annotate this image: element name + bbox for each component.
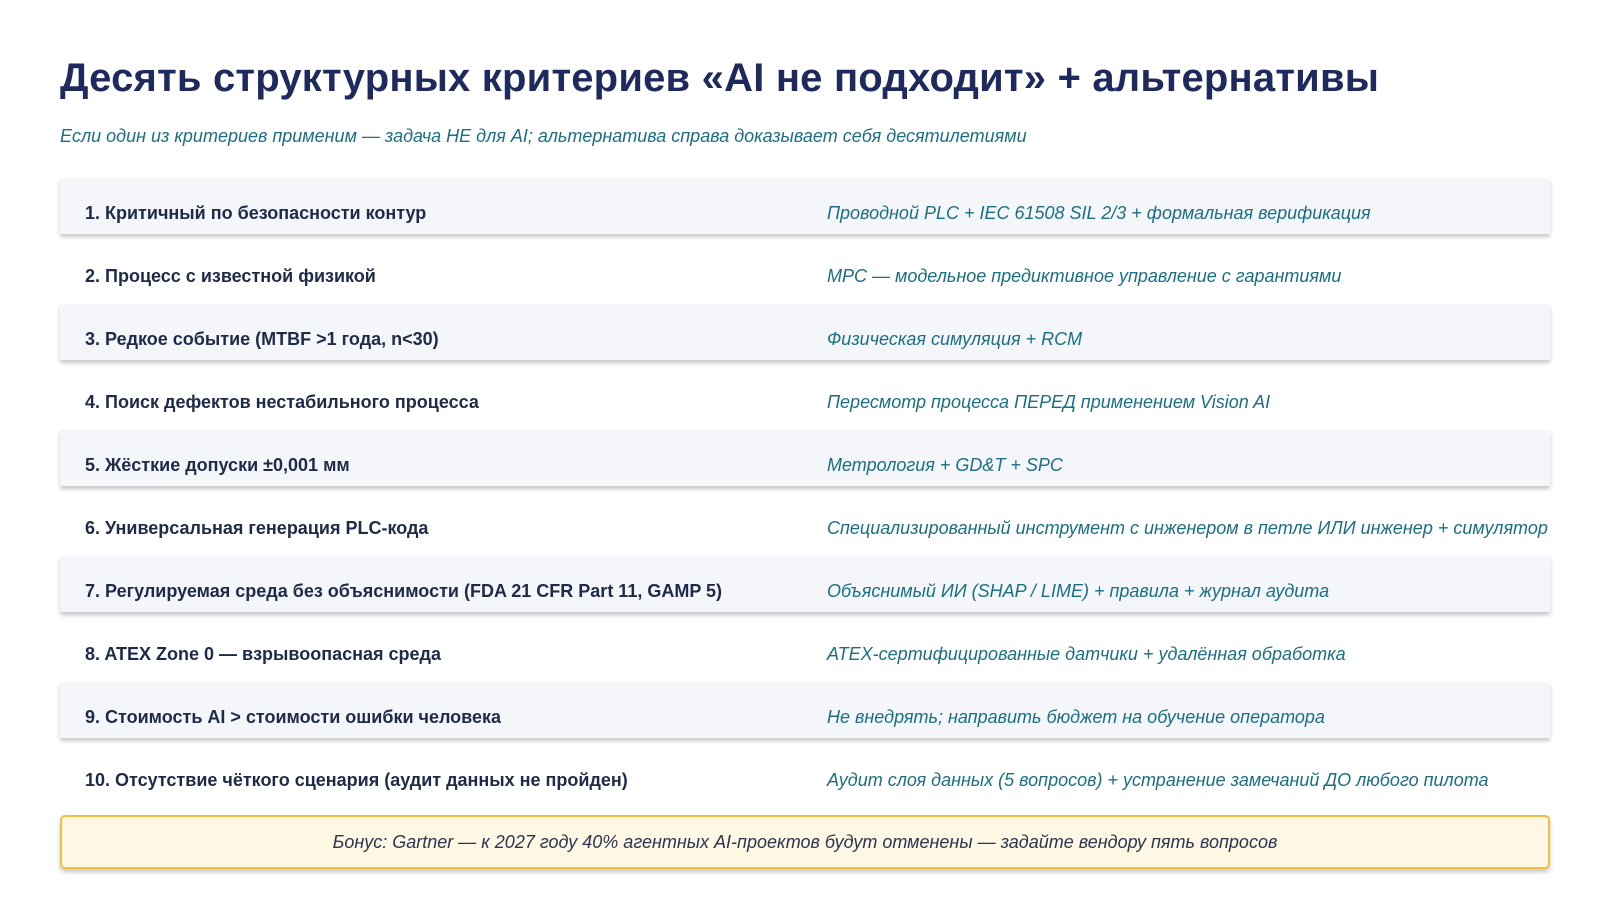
criterion-text: 10. Отсутствие чёткого сценария (аудит д… xyxy=(85,770,628,790)
alternative-text: Аудит слоя данных (5 вопросов) + устране… xyxy=(827,770,1489,790)
alternative-text: Метрология + GD&T + SPC xyxy=(827,455,1063,475)
alternative-text: Объяснимый ИИ (SHAP / LIME) + правила + … xyxy=(827,581,1330,601)
bonus-callout: Бонус: Gartner — к 2027 году 40% агентны… xyxy=(60,815,1550,869)
criteria-list: 1. Критичный по безопасности контур Пров… xyxy=(60,178,1550,808)
criterion-text: 3. Редкое событие (MTBF >1 года, n<30) xyxy=(85,329,439,349)
criteria-row: 2. Процесс с известной физикой MPC — мод… xyxy=(60,241,1550,297)
alternative-text: Проводной PLC + IEC 61508 SIL 2/3 + форм… xyxy=(827,203,1371,223)
criteria-row: 6. Универсальная генерация PLC-кода Спец… xyxy=(60,493,1550,549)
criteria-row: 7. Регулируемая среда без объяснимости (… xyxy=(60,556,1550,612)
criterion-text: 2. Процесс с известной физикой xyxy=(85,266,376,286)
criteria-row: 1. Критичный по безопасности контур Пров… xyxy=(60,178,1550,234)
criterion-text: 6. Универсальная генерация PLC-кода xyxy=(85,518,429,538)
alternative-text: Специализированный инструмент с инженеро… xyxy=(827,518,1548,538)
alternative-text: Не внедрять; направить бюджет на обучени… xyxy=(827,707,1325,727)
criterion-text: 7. Регулируемая среда без объяснимости (… xyxy=(85,581,723,601)
slide-title: Десять структурных критериев «AI не подх… xyxy=(60,56,1380,100)
criteria-row: 4. Поиск дефектов нестабильного процесса… xyxy=(60,367,1550,423)
alternative-text: ATEX-сертифицированные датчики + удалённ… xyxy=(827,644,1346,664)
criterion-text: 9. Стоимость AI > стоимости ошибки челов… xyxy=(85,707,502,727)
alternative-text: Пересмотр процесса ПЕРЕД применением Vis… xyxy=(827,392,1271,412)
criteria-row: 5. Жёсткие допуски ±0,001 мм Метрология … xyxy=(60,430,1550,486)
slide-subtitle: Если один из критериев применим — задача… xyxy=(60,126,1027,146)
slide: Десять структурных критериев «AI не подх… xyxy=(0,0,1600,900)
criterion-text: 5. Жёсткие допуски ±0,001 мм xyxy=(85,455,350,475)
criterion-text: 8. ATEX Zone 0 — взрывоопасная среда xyxy=(85,644,441,664)
criteria-row: 10. Отсутствие чёткого сценария (аудит д… xyxy=(60,745,1550,801)
bonus-text: Бонус: Gartner — к 2027 году 40% агентны… xyxy=(332,831,1278,852)
criteria-row: 9. Стоимость AI > стоимости ошибки челов… xyxy=(60,682,1550,738)
criteria-row: 3. Редкое событие (MTBF >1 года, n<30) Ф… xyxy=(60,304,1550,360)
criteria-row: 8. ATEX Zone 0 — взрывоопасная среда ATE… xyxy=(60,619,1550,675)
alternative-text: MPC — модельное предиктивное управление … xyxy=(827,266,1342,286)
criterion-text: 1. Критичный по безопасности контур xyxy=(85,203,427,223)
alternative-text: Физическая симуляция + RCM xyxy=(827,329,1083,349)
criterion-text: 4. Поиск дефектов нестабильного процесса xyxy=(85,392,479,412)
